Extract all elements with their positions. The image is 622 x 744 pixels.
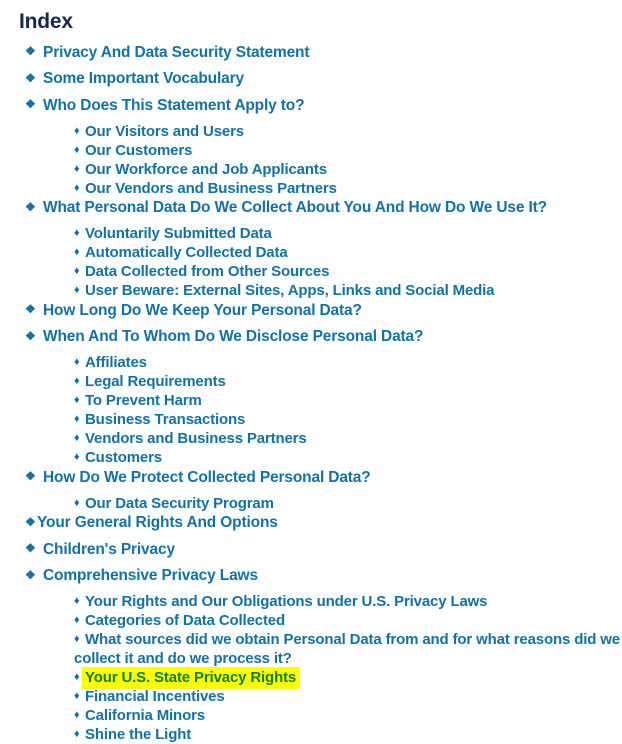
black-diamond-bullet-icon: ♦ (74, 143, 80, 156)
toc-link[interactable]: ❖ How Long Do We Keep Your Personal Data? (0, 300, 622, 321)
diamond-minus-white-x-bullet-icon: ❖ (25, 541, 36, 555)
black-diamond-bullet-icon: ♦ (74, 356, 80, 368)
black-diamond-bullet-icon: ♦ (74, 284, 80, 296)
toc-link-label: Voluntarily Submitted Data (85, 225, 272, 242)
toc-link[interactable]: ♦ What sources did we obtain Personal Dat… (0, 630, 622, 668)
toc-link[interactable]: ❖ Your General Rights And Options (0, 513, 622, 534)
toc-link-label: Your Rights and Our Obligations under U.… (85, 593, 488, 610)
toc-link[interactable]: ♦ Data Collected from Other Sources (0, 262, 622, 281)
black-diamond-bullet-icon: ♦ (74, 595, 80, 607)
toc-link-label: What sources did we obtain Personal Data… (74, 631, 620, 667)
toc-link-label: Children's Privacy (43, 540, 175, 558)
toc-link[interactable]: ♦ Vendors and Business Partners (0, 429, 622, 448)
toc-link[interactable]: ❖ When And To Whom Do We Disclose Persona… (0, 327, 622, 348)
black-diamond-bullet-icon: ♦ (74, 124, 80, 137)
toc-link-label: What Personal Data Do We Collect About Y… (43, 199, 547, 216)
toc-link-label: To Prevent Harm (85, 392, 202, 409)
toc-link[interactable]: ♦ California Minors (0, 706, 622, 725)
toc-link-label: Affiliates (85, 354, 147, 371)
toc-link-label: When And To Whom Do We Disclose Personal… (43, 328, 424, 345)
black-diamond-bullet-icon: ♦ (74, 690, 80, 702)
toc-link[interactable]: ♦ Voluntarily Submitted Data (0, 224, 622, 243)
toc-link[interactable]: ♦ Categories of Data Collected (0, 611, 622, 630)
toc-link[interactable]: ♦ Automatically Collected Data (0, 243, 622, 262)
toc-link[interactable]: ♦ Our Data Security Program (0, 494, 622, 513)
black-diamond-bullet-icon: ♦ (74, 633, 80, 645)
diamond-minus-white-x-bullet-icon: ❖ (25, 70, 36, 85)
diamond-minus-white-x-bullet-icon: ❖ (25, 97, 36, 111)
black-diamond-bullet-icon: ♦ (74, 671, 80, 683)
toc-link[interactable]: ❖ Some Important Vocabulary (0, 69, 622, 90)
index-panel: Index ❖ Privacy And Data Security Stateme… (0, 0, 622, 743)
black-diamond-bullet-icon: ♦ (74, 728, 80, 740)
table-of-contents: ❖ Privacy And Data Security Statement ❖ Som… (0, 42, 622, 744)
toc-link[interactable]: ♦ Our Visitors and Users (0, 122, 622, 141)
toc-link[interactable]: ♦ Legal Requirements (0, 372, 622, 391)
toc-link[interactable]: ♦ Our Vendors and Business Partners (0, 179, 622, 198)
black-diamond-bullet-icon: ♦ (74, 181, 80, 194)
toc-link[interactable]: ♦ User Beware: External Sites, Apps, Link… (0, 281, 622, 300)
black-diamond-bullet-icon: ♦ (74, 413, 80, 425)
toc-link[interactable]: ❖ How Do We Protect Collected Personal Da… (0, 467, 622, 488)
toc-link-label: Business Transactions (85, 411, 246, 428)
toc-link-label: Legal Requirements (85, 373, 226, 390)
black-diamond-bullet-icon: ♦ (74, 375, 80, 387)
toc-link[interactable]: ♦ Business Transactions (0, 410, 622, 429)
toc-link-label: Vendors and Business Partners (85, 430, 307, 447)
black-diamond-bullet-icon: ♦ (74, 451, 80, 463)
toc-link-label: Financial Incentives (85, 688, 225, 705)
toc-link-label: Our Workforce and Job Applicants (85, 160, 327, 178)
toc-link[interactable]: ♦ Shine the Light (0, 725, 622, 744)
toc-link-label: Some Important Vocabulary (43, 70, 244, 87)
toc-link[interactable]: ♦ Affiliates (0, 353, 622, 372)
toc-link[interactable]: ♦ Customers (0, 448, 622, 467)
diamond-minus-white-x-bullet-icon: ❖ (25, 302, 36, 316)
toc-link[interactable]: ❖ What Personal Data Do We Collect About … (0, 198, 622, 219)
black-diamond-bullet-icon: ♦ (74, 496, 80, 509)
black-diamond-bullet-icon: ♦ (74, 394, 80, 406)
diamond-minus-white-x-bullet-icon: ❖ (25, 469, 36, 483)
black-diamond-bullet-icon: ♦ (74, 709, 80, 721)
black-diamond-bullet-icon: ♦ (74, 246, 80, 258)
diamond-minus-white-x-bullet-icon: ❖ (25, 514, 36, 529)
toc-link[interactable]: ❖ Who Does This Statement Apply to? (0, 95, 622, 116)
black-diamond-bullet-icon: ♦ (74, 265, 80, 277)
black-diamond-bullet-icon: ♦ (74, 162, 80, 175)
toc-link[interactable]: ❖ Comprehensive Privacy Laws (0, 566, 622, 587)
toc-link-label: How Long Do We Keep Your Personal Data? (43, 301, 362, 319)
toc-link-label: Comprehensive Privacy Laws (43, 567, 258, 584)
toc-link-label: Your U.S. State Privacy Rights (82, 667, 301, 689)
toc-link[interactable]: ❖ Privacy And Data Security Statement (0, 42, 622, 63)
black-diamond-bullet-icon: ♦ (74, 227, 80, 239)
toc-link[interactable]: ♦ Your U.S. State Privacy Rights (0, 667, 622, 689)
toc-link-label: Customers (85, 449, 163, 466)
toc-link-label: User Beware: External Sites, Apps, Links… (85, 282, 495, 299)
toc-link[interactable]: ♦ Your Rights and Our Obligations under U… (0, 592, 622, 611)
toc-link[interactable]: ♦ To Prevent Harm (0, 391, 622, 410)
toc-link[interactable]: ♦ Our Customers (0, 141, 622, 160)
toc-link-label: Our Customers (85, 141, 193, 159)
diamond-minus-white-x-bullet-icon: ❖ (25, 199, 36, 214)
toc-link-label: Categories of Data Collected (85, 612, 286, 629)
toc-link[interactable]: ❖ Children's Privacy (0, 539, 622, 560)
toc-link-label: California Minors (85, 707, 205, 724)
toc-link[interactable]: ♦ Our Workforce and Job Applicants (0, 160, 622, 179)
toc-link-label: Shine the Light (85, 726, 192, 743)
black-diamond-bullet-icon: ♦ (74, 614, 80, 626)
toc-link-label: Your General Rights And Options (37, 514, 278, 531)
toc-link[interactable]: ♦ Financial Incentives (0, 687, 622, 706)
toc-link-label: Privacy And Data Security Statement (43, 43, 310, 61)
toc-link-label: Our Visitors and Users (85, 122, 244, 140)
toc-link-label: Automatically Collected Data (85, 244, 288, 261)
toc-link-label: Our Vendors and Business Partners (85, 179, 337, 197)
page-title: Index (19, 10, 73, 33)
toc-link-label: Data Collected from Other Sources (85, 263, 330, 280)
black-diamond-bullet-icon: ♦ (74, 432, 80, 444)
diamond-minus-white-x-bullet-icon: ❖ (25, 44, 36, 58)
toc-link-label: How Do We Protect Collected Personal Dat… (43, 468, 371, 486)
diamond-minus-white-x-bullet-icon: ❖ (25, 328, 36, 343)
diamond-minus-white-x-bullet-icon: ❖ (25, 567, 36, 582)
toc-link-label: Who Does This Statement Apply to? (43, 96, 305, 114)
toc-link-label: Our Data Security Program (85, 494, 274, 512)
